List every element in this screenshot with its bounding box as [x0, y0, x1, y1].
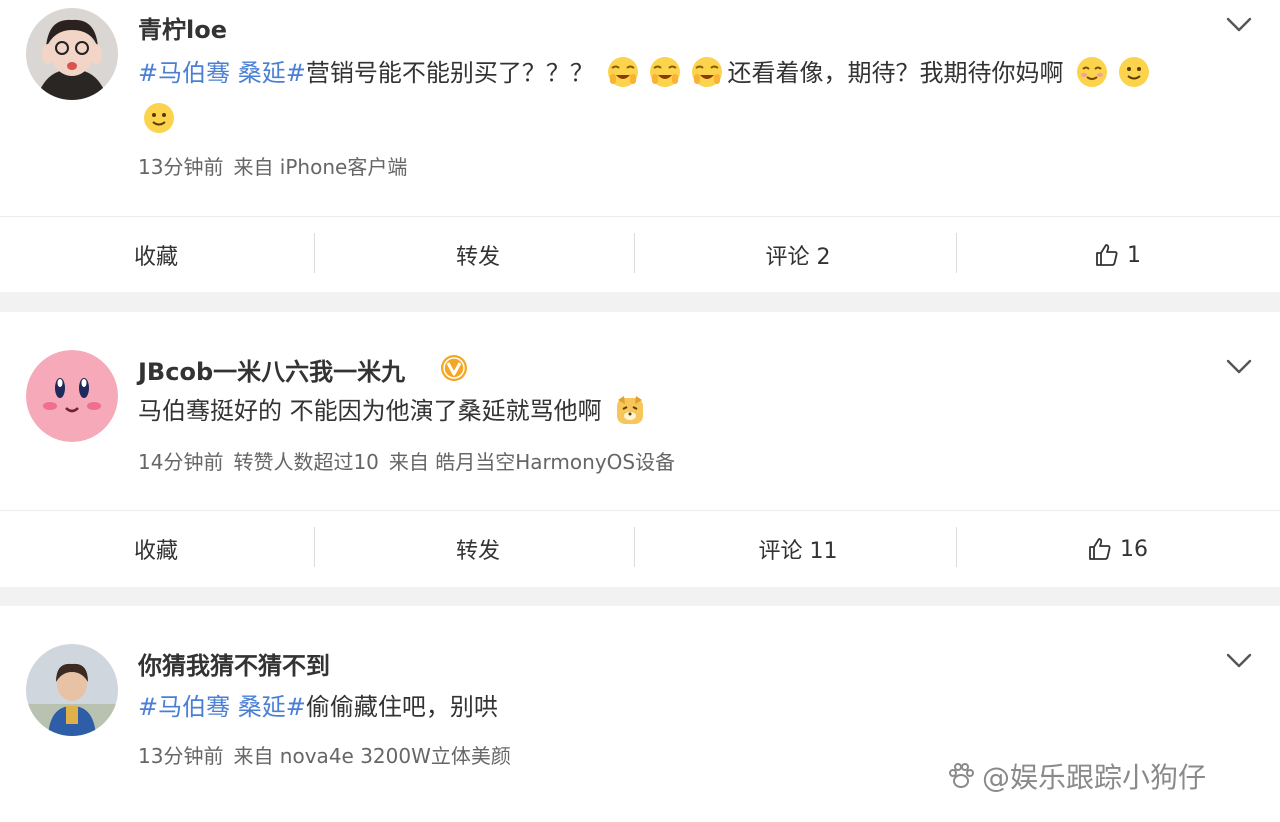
post-text: 营销号能不能别买了？？？ — [305, 59, 594, 87]
chevron-down-icon[interactable] — [1226, 359, 1252, 375]
post-text: 偷偷藏住吧，别哄 — [305, 693, 498, 721]
post-source: 来自 iPhone客户端 — [233, 155, 408, 179]
like-count: 16 — [1120, 536, 1148, 562]
divider — [634, 233, 635, 273]
watermark-text: @娱乐跟踪小狗仔 — [982, 761, 1207, 794]
repost-button[interactable]: 转发 — [318, 217, 638, 293]
watermark: @娱乐跟踪小狗仔 — [946, 756, 1206, 796]
divider — [956, 233, 957, 273]
divider — [314, 233, 315, 273]
blush-emoji-icon — [1077, 57, 1108, 87]
comment-label: 评论 11 — [758, 539, 838, 564]
hashtag-link[interactable]: #马伯骞 桑延# — [138, 693, 306, 721]
smile-emoji-icon — [649, 57, 680, 87]
smile-emoji-icon — [1119, 57, 1150, 87]
avatar[interactable] — [26, 644, 118, 736]
action-bar: 收藏 转发 评论 2 1 — [0, 216, 1280, 293]
post-time[interactable]: 14分钟前 — [138, 450, 223, 474]
chevron-down-icon[interactable] — [1226, 17, 1252, 33]
post-content: #马伯骞 桑延#偷偷藏住吧，别哄 — [138, 684, 1228, 730]
paw-icon — [949, 763, 974, 788]
chevron-down-icon[interactable] — [1226, 653, 1252, 669]
post-content: #马伯骞 桑延#营销号能不能别买了？？？ 还看着像，期待？我期待你妈啊 — [138, 50, 1228, 142]
comment-label: 评论 2 — [765, 245, 831, 270]
comment-button[interactable]: 评论 2 — [638, 217, 958, 293]
post-meta: 13分钟前 来自 nova4e 3200W立体美颜 — [138, 740, 521, 769]
collect-button[interactable]: 收藏 — [0, 511, 320, 587]
post-text: 马伯骞挺好的 不能因为他演了桑延就骂他啊 — [138, 397, 602, 425]
collect-button[interactable]: 收藏 — [0, 217, 320, 293]
post-content: 马伯骞挺好的 不能因为他演了桑延就骂他啊 — [138, 388, 1228, 434]
post-meta: 13分钟前 来自 iPhone客户端 — [138, 151, 417, 180]
action-bar: 收藏 转发 评论 11 16 — [0, 510, 1280, 587]
like-button[interactable]: 1 — [958, 217, 1278, 293]
username[interactable]: 你猜我猜不猜不到 — [138, 646, 330, 681]
avatar[interactable] — [26, 8, 118, 100]
repost-button[interactable]: 转发 — [318, 511, 638, 587]
post-source: 来自 皓月当空HarmonyOS设备 — [388, 450, 676, 474]
hashtag-link[interactable]: #马伯骞 桑延# — [138, 59, 306, 87]
username[interactable]: JBcob一米八六我一米九 — [138, 352, 405, 387]
post-card: 青柠loe #马伯骞 桑延#营销号能不能别买了？？？ 还看着像，期待？我期待你妈… — [0, 0, 1280, 292]
post-text: 还看着像，期待？我期待你妈啊 — [727, 59, 1064, 87]
repost-label: 转发 — [455, 539, 500, 564]
post-time[interactable]: 13分钟前 — [138, 744, 223, 768]
like-count: 1 — [1127, 242, 1141, 268]
divider — [634, 527, 635, 567]
username[interactable]: 青柠loe — [138, 10, 227, 45]
avatar[interactable] — [26, 350, 118, 442]
smile-emoji-icon — [144, 103, 174, 133]
thumbs-up-icon — [1089, 538, 1111, 560]
divider — [956, 527, 957, 567]
comment-button[interactable]: 评论 11 — [638, 511, 958, 587]
post-meta: 14分钟前 转赞人数超过10 来自 皓月当空HarmonyOS设备 — [138, 446, 685, 475]
repost-label: 转发 — [455, 245, 500, 270]
post-card: JBcob一米八六我一米九 马伯骞挺好的 不能因为他演了桑延就骂他啊 14分钟前… — [0, 312, 1280, 587]
post-time[interactable]: 13分钟前 — [138, 155, 223, 179]
collect-label: 收藏 — [134, 539, 179, 564]
post-source: 来自 nova4e 3200W立体美颜 — [233, 744, 511, 768]
dog-emoji-icon — [617, 396, 644, 424]
smile-emoji-icon — [607, 57, 638, 87]
like-button[interactable]: 16 — [958, 511, 1278, 587]
divider — [314, 527, 315, 567]
collect-label: 收藏 — [134, 245, 179, 270]
smile-emoji-icon — [691, 57, 722, 87]
thumbs-up-icon — [1096, 244, 1118, 266]
repost-stat: 转赞人数超过10 — [233, 450, 379, 474]
verified-badge-icon — [441, 355, 467, 381]
